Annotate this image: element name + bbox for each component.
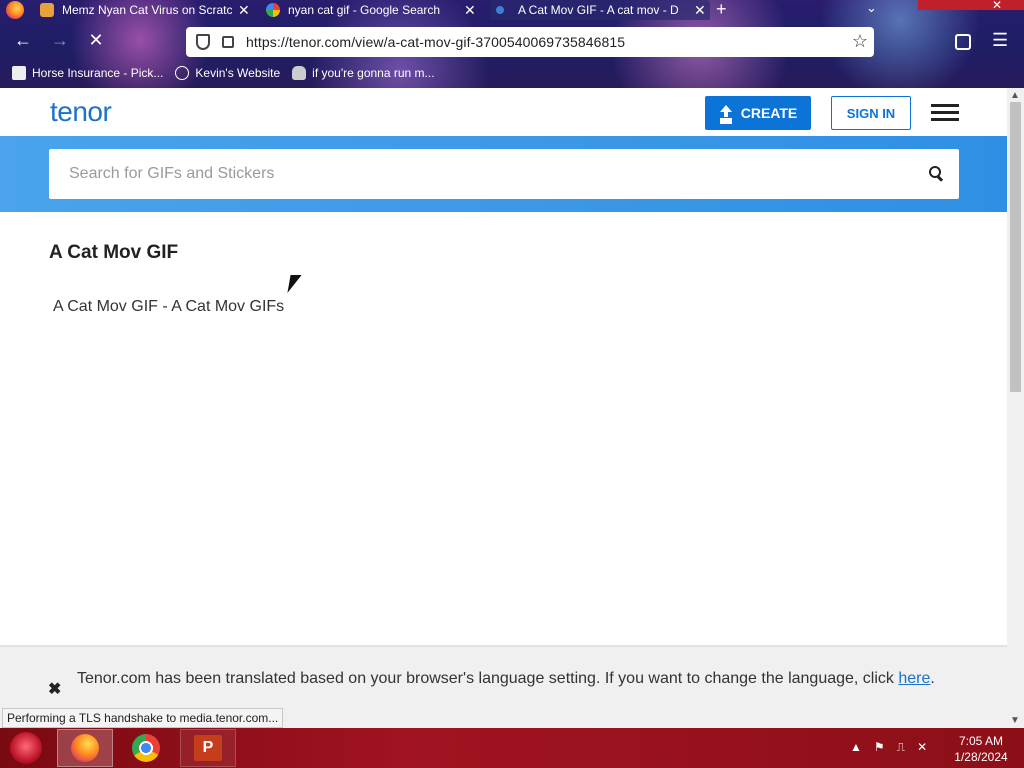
vertical-scrollbar[interactable]: ▲ ▼ [1007,88,1024,728]
hamburger-menu-icon[interactable] [931,104,959,122]
navigation-toolbar: ← → ✕ https://tenor.com/view/a-cat-mov-g… [0,26,1024,58]
star-icon[interactable]: ☆ [852,31,868,52]
start-button[interactable] [10,732,42,764]
notice-message: Tenor.com has been translated based on y… [77,670,899,687]
close-icon[interactable]: ✖ [48,679,61,699]
page-title: A Cat Mov GIF [49,242,179,263]
globe-icon [175,66,190,80]
taskbar-chrome[interactable] [118,729,174,767]
bookmarks-bar: Horse Insurance - Pick... Kevin's Websit… [0,62,1024,84]
browser-chrome: Memz Nyan Cat Virus on Scratc ✕ nyan cat… [0,0,1024,88]
taskbar-powerpoint[interactable]: P [180,729,236,767]
bookmark-label: if you're gonna run m... [312,66,435,80]
clock-date: 1/28/2024 [954,750,1008,764]
url-text[interactable]: https://tenor.com/view/a-cat-mov-gif-370… [246,34,625,50]
scroll-down-icon[interactable]: ▼ [1010,715,1020,726]
sign-in-button[interactable]: SIGN IN [831,96,911,130]
create-label: CREATE [740,105,798,121]
notice-text: Tenor.com has been translated based on y… [77,667,977,691]
system-tray: ▲ ⚑ ⎍ ✕ [850,740,927,755]
powerpoint-icon: P [194,735,222,761]
volume-muted-icon[interactable]: ✕ [917,740,927,755]
window-close-icon[interactable]: ✕ [992,0,1002,12]
chevron-up-icon[interactable]: ▲ [850,740,862,755]
site-header: tenor CREATE SIGN IN [0,88,1007,136]
upload-icon [719,105,733,121]
stop-loading-icon[interactable]: ✕ [84,30,108,51]
back-arrow-icon[interactable]: ← [11,30,35,51]
search-band [0,136,1007,212]
bookmark-kevins-website[interactable]: Kevin's Website [175,66,280,80]
web-page: tenor CREATE SIGN IN A Cat Mov GIF A Cat… [0,88,1007,728]
forward-arrow-icon[interactable]: → [48,30,72,51]
window-close-area[interactable] [918,0,1024,10]
tab-bar: Memz Nyan Cat Virus on Scratc ✕ nyan cat… [0,0,1024,20]
scrollbar-thumb[interactable] [1010,102,1021,392]
address-bar[interactable]: https://tenor.com/view/a-cat-mov-gif-370… [186,27,874,57]
firefox-logo-icon [6,1,24,19]
extensions-icon[interactable] [955,34,971,50]
bookmark-horse-insurance[interactable]: Horse Insurance - Pick... [12,66,163,80]
notice-period: . [930,670,935,687]
tab-google[interactable]: nyan cat gif - Google Search ✕ [266,0,480,20]
tab-title: A Cat Mov GIF - A cat mov - D [518,3,679,17]
close-icon[interactable]: ✕ [464,2,476,19]
scroll-up-icon[interactable]: ▲ [1010,90,1020,101]
search-input[interactable] [69,165,889,183]
clock[interactable]: 7:05 AM 1/28/2024 [950,733,1012,765]
scratch-icon [40,3,54,17]
notice-here-link[interactable]: here [898,670,930,687]
chevron-down-icon[interactable]: ⌄ [866,0,877,16]
tenor-logo[interactable]: tenor [50,96,112,128]
status-bar: Performing a TLS handshake to media.teno… [2,708,284,728]
tab-title: Memz Nyan Cat Virus on Scratc [62,3,232,17]
menu-icon[interactable]: ☰ [992,30,1008,51]
bookmark-favicon-icon [12,66,26,80]
bookmark-gonna-run[interactable]: if you're gonna run m... [292,66,435,80]
bookmark-favicon-icon [292,66,307,80]
lock-icon[interactable] [222,36,234,48]
search-box [49,149,959,199]
clock-time: 7:05 AM [958,734,1004,748]
gif-alt-text: A Cat Mov GIF - A Cat Mov GIFs [53,298,285,315]
bookmark-label: Horse Insurance - Pick... [32,66,164,80]
tab-tenor-active[interactable]: A Cat Mov GIF - A cat mov - D ✕ [490,0,710,20]
chrome-icon [132,734,160,762]
shield-icon[interactable] [196,34,210,50]
tab-title: nyan cat gif - Google Search [288,3,441,17]
new-tab-button[interactable]: + [716,0,727,20]
network-icon[interactable]: ⎍ [897,740,905,755]
taskbar: P ▲ ⚑ ⎍ ✕ 7:05 AM 1/28/2024 [0,728,1024,768]
create-button[interactable]: CREATE [705,96,811,130]
tenor-icon [496,6,504,14]
firefox-icon [71,734,99,762]
flag-icon[interactable]: ⚑ [874,740,885,755]
google-icon [266,3,280,17]
close-icon[interactable]: ✕ [694,2,706,19]
taskbar-firefox[interactable] [57,729,113,767]
bookmark-label: Kevin's Website [195,66,281,80]
tab-scratch[interactable]: Memz Nyan Cat Virus on Scratc ✕ [40,0,254,20]
search-icon[interactable] [929,166,943,180]
close-icon[interactable]: ✕ [238,2,250,19]
